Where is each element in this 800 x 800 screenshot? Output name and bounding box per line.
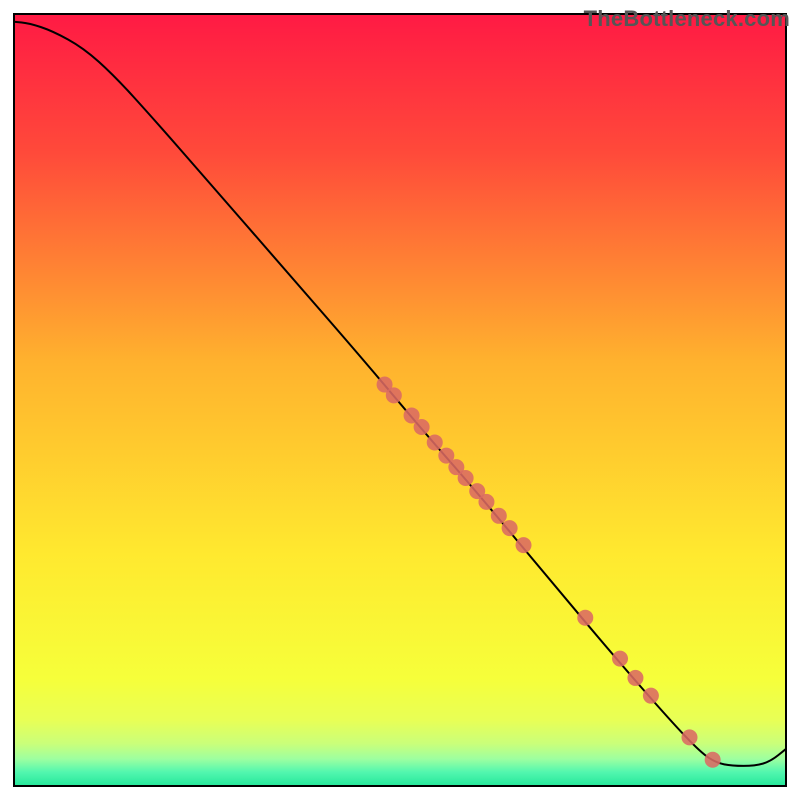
- data-marker: [705, 752, 721, 768]
- data-marker: [643, 688, 659, 704]
- data-marker: [414, 419, 430, 435]
- data-marker: [478, 494, 494, 510]
- chart-container: TheBottleneck.com: [0, 0, 800, 800]
- data-marker: [458, 470, 474, 486]
- data-marker: [627, 670, 643, 686]
- data-marker: [491, 508, 507, 524]
- data-marker: [612, 651, 628, 667]
- data-marker: [577, 610, 593, 626]
- watermark-text: TheBottleneck.com: [584, 6, 790, 32]
- data-marker: [682, 729, 698, 745]
- bottleneck-chart: [0, 0, 800, 800]
- data-marker: [516, 537, 532, 553]
- data-marker: [386, 387, 402, 403]
- data-marker: [427, 434, 443, 450]
- data-marker: [502, 520, 518, 536]
